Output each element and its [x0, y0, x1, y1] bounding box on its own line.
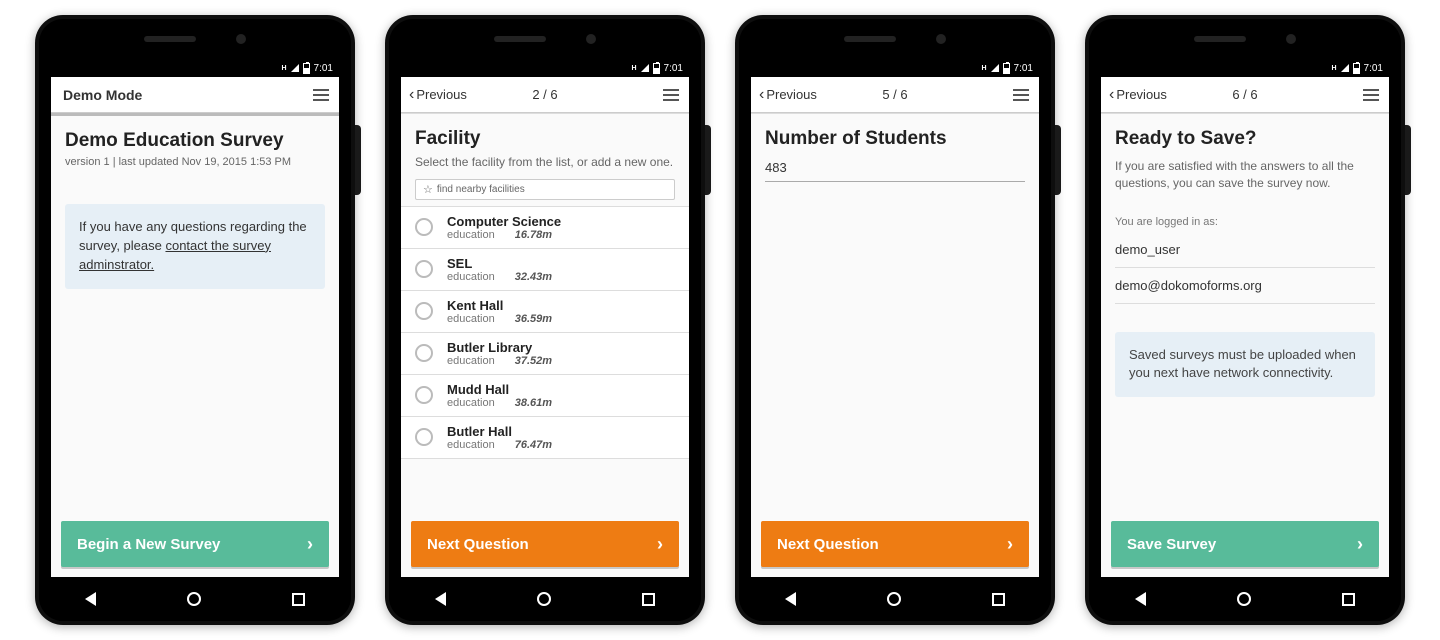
phone-frame: H7:01 ‹Previous 5 / 6 Number of Students…	[735, 15, 1055, 625]
topbar-title: Demo Mode	[51, 87, 142, 103]
facility-row[interactable]: Butler Halleducation 76.47m	[401, 416, 689, 459]
next-question-button[interactable]: Next Question ›	[411, 521, 679, 567]
facility-distance: 38.61m	[515, 397, 552, 409]
phone-frame: H 7:01 ‹ Previous 2 / 6 Facility Select …	[385, 15, 705, 625]
recents-icon[interactable]	[642, 593, 655, 606]
save-survey-button[interactable]: Save Survey ›	[1111, 521, 1379, 567]
facility-category: education	[447, 439, 495, 451]
radio-icon	[415, 344, 433, 362]
app-topbar: ‹ Previous 2 / 6	[401, 77, 689, 113]
students-input[interactable]	[765, 154, 1025, 182]
home-icon[interactable]	[537, 592, 551, 606]
chevron-left-icon: ‹	[1109, 86, 1114, 104]
android-statusbar: H 7:01	[401, 59, 689, 77]
facility-row[interactable]: Mudd Halleducation 38.61m	[401, 374, 689, 416]
page-title: Number of Students	[765, 128, 1025, 150]
find-nearby-button[interactable]: ☆ find nearby facilities	[415, 179, 675, 200]
phone-frame: H7:01 ‹Previous 6 / 6 Ready to Save? If …	[1085, 15, 1405, 625]
earpiece	[39, 19, 351, 59]
chevron-left-icon: ‹	[409, 86, 414, 104]
clock: 7:01	[314, 63, 333, 74]
page-description: Select the facility from the list, or ad…	[415, 154, 675, 171]
logged-in-label: You are logged in as:	[1115, 216, 1375, 228]
page-subtitle: version 1 | last updated Nov 19, 2015 1:…	[65, 156, 325, 168]
phone-frame: H 7:01 Demo Mode Demo Education Survey v…	[35, 15, 355, 625]
next-question-button[interactable]: Next Question ›	[761, 521, 1029, 567]
radio-icon	[415, 260, 433, 278]
facility-name: Kent Hall	[447, 298, 552, 313]
facility-row[interactable]: Computer Scienceeducation 16.78m	[401, 206, 689, 248]
info-panel: Saved surveys must be uploaded when you …	[1115, 332, 1375, 398]
hamburger-menu-icon[interactable]	[1003, 89, 1039, 101]
facility-distance: 16.78m	[515, 229, 552, 241]
previous-button[interactable]: ‹ Previous	[401, 86, 467, 104]
facility-category: education	[447, 313, 495, 325]
previous-button[interactable]: ‹Previous	[751, 86, 817, 104]
hamburger-menu-icon[interactable]	[1353, 89, 1389, 101]
facility-name: SEL	[447, 256, 552, 271]
hamburger-menu-icon[interactable]	[303, 89, 339, 101]
info-panel: If you have any questions regarding the …	[65, 204, 325, 289]
radio-icon	[415, 218, 433, 236]
facility-row[interactable]: SELeducation 32.43m	[401, 248, 689, 290]
previous-button[interactable]: ‹Previous	[1101, 86, 1167, 104]
facility-name: Butler Hall	[447, 424, 552, 439]
network-type-icon: H	[281, 65, 286, 72]
facility-distance: 32.43m	[515, 271, 552, 283]
home-icon[interactable]	[1237, 592, 1251, 606]
page-title: Ready to Save?	[1115, 128, 1375, 150]
back-icon[interactable]	[85, 592, 96, 606]
username-display: demo_user	[1115, 232, 1375, 268]
recents-icon[interactable]	[992, 593, 1005, 606]
android-statusbar: H 7:01	[51, 59, 339, 77]
battery-icon	[303, 63, 310, 74]
chevron-right-icon: ›	[1357, 534, 1363, 555]
home-icon[interactable]	[187, 592, 201, 606]
chevron-left-icon: ‹	[759, 86, 764, 104]
star-icon: ☆	[423, 183, 433, 196]
radio-icon	[415, 302, 433, 320]
signal-icon	[291, 64, 299, 72]
facility-distance: 37.52m	[515, 355, 552, 367]
facility-category: education	[447, 271, 495, 283]
email-display: demo@dokomoforms.org	[1115, 268, 1375, 304]
chevron-right-icon: ›	[657, 534, 663, 555]
radio-icon	[415, 386, 433, 404]
hamburger-menu-icon[interactable]	[653, 89, 689, 101]
android-navbar	[39, 577, 351, 621]
recents-icon[interactable]	[1342, 593, 1355, 606]
page-title: Demo Education Survey	[65, 130, 325, 152]
chevron-right-icon: ›	[1007, 534, 1013, 555]
home-icon[interactable]	[887, 592, 901, 606]
facility-name: Mudd Hall	[447, 382, 552, 397]
page-title: Facility	[415, 128, 675, 150]
app-topbar: Demo Mode	[51, 77, 339, 113]
facility-row[interactable]: Kent Halleducation 36.59m	[401, 290, 689, 332]
facility-name: Butler Library	[447, 340, 552, 355]
back-icon[interactable]	[785, 592, 796, 606]
begin-survey-button[interactable]: Begin a New Survey ›	[61, 521, 329, 567]
page-description: If you are satisfied with the answers to…	[1115, 158, 1375, 192]
facility-distance: 76.47m	[515, 439, 552, 451]
facility-distance: 36.59m	[515, 313, 552, 325]
chevron-right-icon: ›	[307, 534, 313, 555]
facility-category: education	[447, 355, 495, 367]
facility-name: Computer Science	[447, 214, 561, 229]
facility-category: education	[447, 397, 495, 409]
facility-category: education	[447, 229, 495, 241]
back-icon[interactable]	[1135, 592, 1146, 606]
radio-icon	[415, 428, 433, 446]
recents-icon[interactable]	[292, 593, 305, 606]
back-icon[interactable]	[435, 592, 446, 606]
facility-list: Computer Scienceeducation16.78mSELeducat…	[401, 206, 689, 511]
facility-row[interactable]: Butler Libraryeducation 37.52m	[401, 332, 689, 374]
